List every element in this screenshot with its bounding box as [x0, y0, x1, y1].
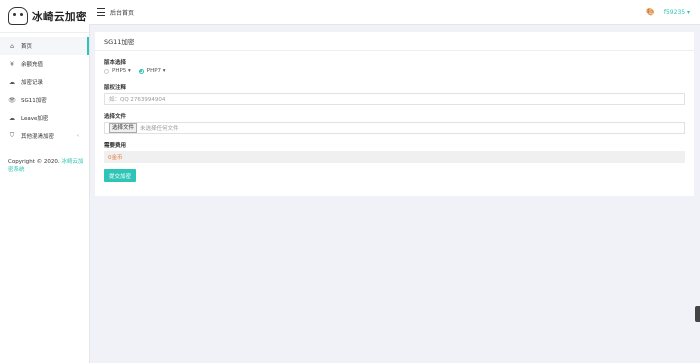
user-menu[interactable]: f59235 ▾ [664, 9, 690, 16]
sidebar-item-home[interactable]: ⌂ 首页 [0, 37, 89, 55]
choose-file-button[interactable]: 选择文件 [109, 123, 138, 133]
palette-icon[interactable]: 🎨 [646, 8, 655, 16]
eye-icon: 👁 [8, 96, 16, 104]
radio-label[interactable]: PHP5 ▾ [112, 68, 131, 74]
file-label: 选择文件 [104, 114, 127, 120]
logo-icon [8, 7, 28, 25]
chevron-left-icon: ‹ [77, 133, 79, 139]
yen-icon: ¥ [10, 60, 14, 68]
cost-value: 0金币 [104, 151, 685, 163]
brand-logo[interactable]: 冰崎云加密 [0, 0, 89, 33]
cost-label: 需要费用 [104, 143, 127, 149]
radio-indicator[interactable] [104, 68, 109, 74]
sidebar-item-label: 首页 [21, 44, 33, 50]
radio-indicator-checked[interactable] [138, 68, 144, 74]
radio-php5[interactable]: PHP5 ▾ [104, 68, 131, 74]
sidebar-item-other[interactable]: ⛉ 其他混淆加密 ‹ [0, 127, 89, 145]
sidebar-item-recharge[interactable]: ¥ 余额充值 [0, 55, 89, 73]
sidebar: 冰崎云加密 ⌂ 首页 ¥ 余额充值 ☁ 加密记录 👁 SG11加密 ☁ Leav… [0, 0, 90, 363]
cloud-icon: ☁ [9, 114, 15, 122]
page-title: 后台首页 [110, 9, 135, 17]
sidebar-item-records[interactable]: ☁ 加密记录 [0, 73, 89, 91]
encrypt-panel: SG11加密 版本选择 PHP5 ▾ PHP7 ▾ 版权注释 如：QQ 2763… [95, 32, 694, 196]
copyright: Copyright © 2020. 冰崎云加密系统 [8, 158, 84, 174]
sidebar-item-label: 加密记录 [21, 80, 44, 86]
sidebar-item-sg11[interactable]: 👁 SG11加密 [0, 91, 89, 109]
panel-title: SG11加密 [95, 32, 694, 51]
sidebar-item-label: Leave加密 [21, 116, 49, 122]
side-drawer-tab[interactable] [695, 306, 700, 322]
brand-name: 冰崎云加密 [32, 10, 87, 23]
shield-icon: ⛉ [9, 132, 15, 139]
menu-toggle-icon[interactable] [97, 8, 105, 16]
cloud-icon: ☁ [9, 78, 15, 86]
radio-label[interactable]: PHP7 ▾ [147, 68, 166, 74]
file-input[interactable]: 选择文件 未选择任何文件 [104, 122, 685, 134]
sidebar-item-label: 余额充值 [21, 62, 44, 68]
sidebar-menu: ⌂ 首页 ¥ 余额充值 ☁ 加密记录 👁 SG11加密 ☁ Leave加密 ⛉ … [0, 33, 89, 145]
sidebar-item-label: SG11加密 [21, 98, 47, 104]
topbar: 后台首页 🎨 f59235 ▾ [89, 0, 700, 25]
copyright-text: Copyright © 2020. [8, 159, 60, 165]
encrypt-form: 版本选择 PHP5 ▾ PHP7 ▾ 版权注释 如：QQ 2763994904 … [95, 58, 694, 182]
version-label: 版本选择 [104, 60, 127, 66]
license-input[interactable]: 如：QQ 2763994904 [104, 93, 685, 105]
sidebar-item-label: 其他混淆加密 [21, 134, 55, 140]
file-status: 未选择任何文件 [140, 126, 179, 132]
sidebar-item-leave[interactable]: ☁ Leave加密 [0, 109, 89, 127]
version-radio-group: PHP5 ▾ PHP7 ▾ [104, 66, 685, 76]
license-label: 版权注释 [104, 85, 127, 91]
radio-php7[interactable]: PHP7 ▾ [138, 68, 166, 74]
topbar-right: 🎨 f59235 ▾ [646, 8, 690, 16]
submit-button[interactable]: 提交加密 [104, 169, 136, 182]
home-icon: ⌂ [10, 42, 14, 50]
